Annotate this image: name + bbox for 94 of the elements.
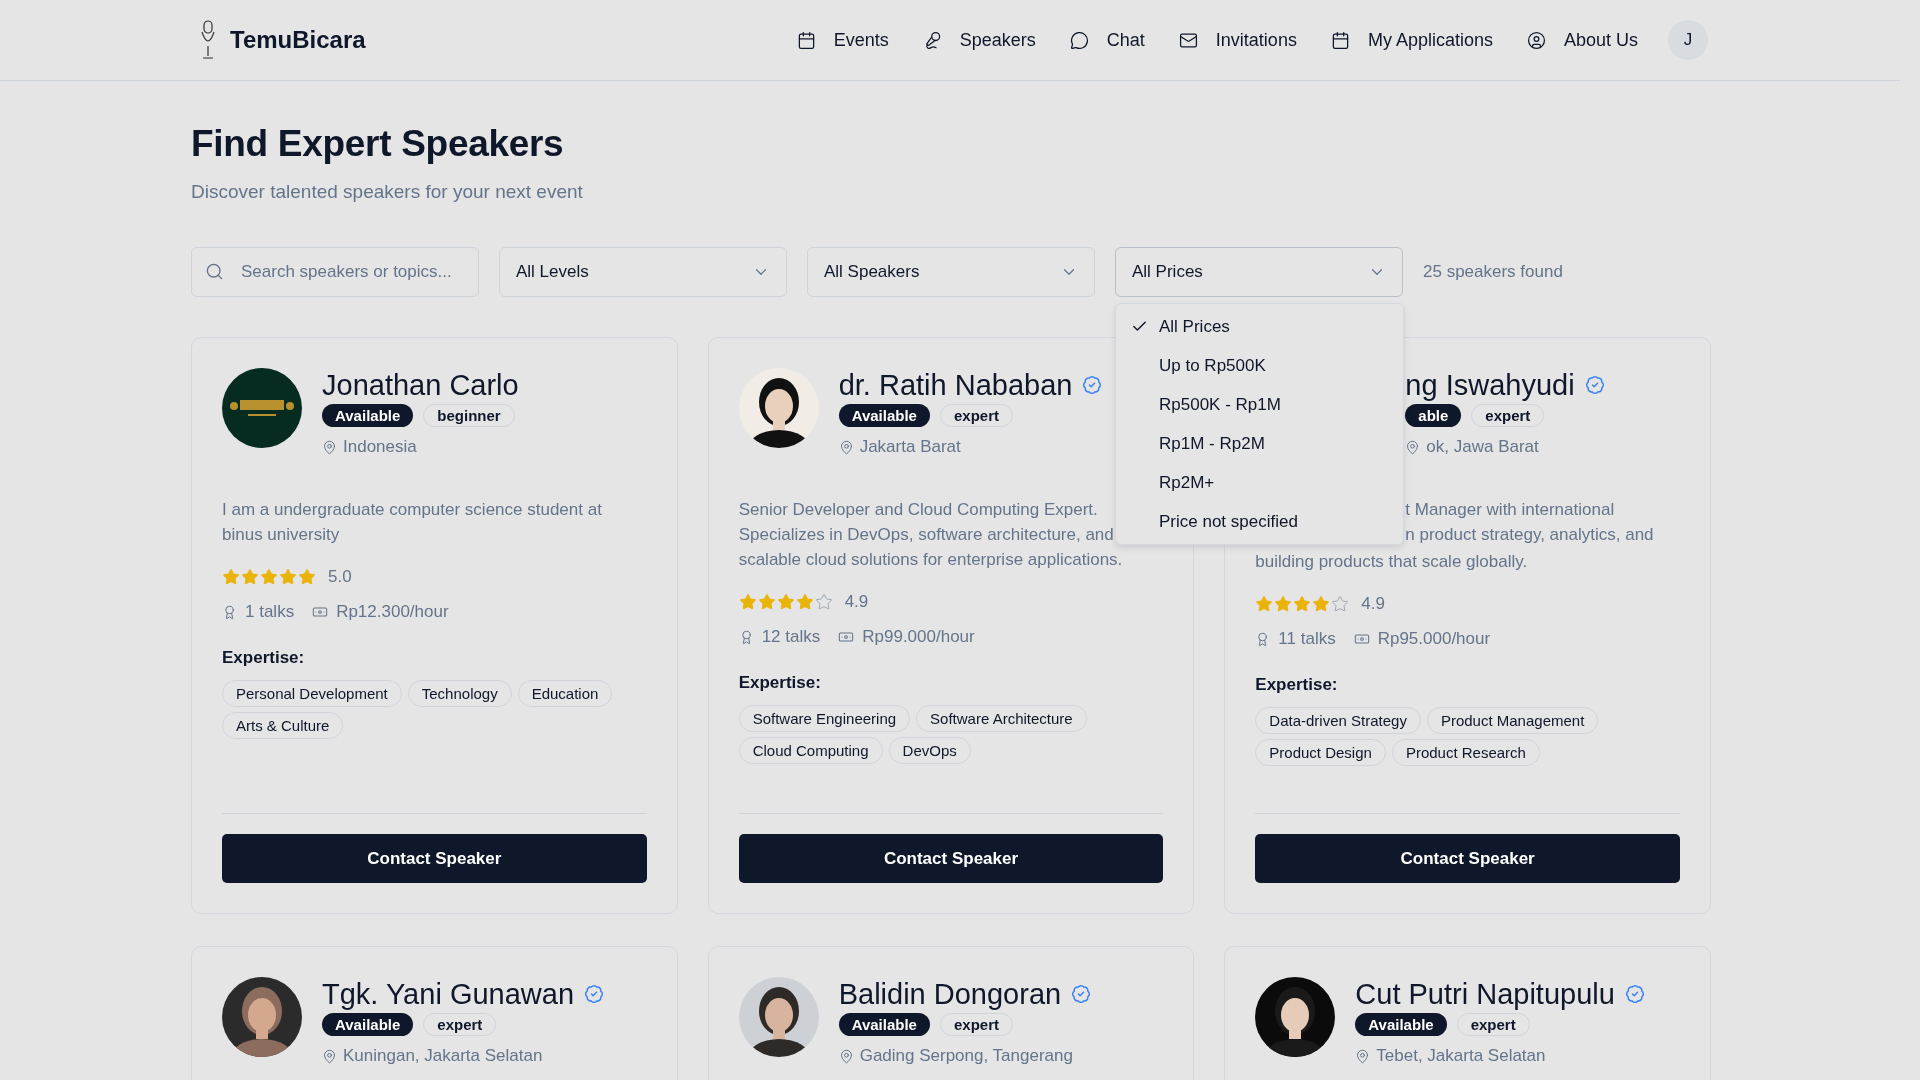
location-text: Tebet, Jakarta Selatan: [1376, 1046, 1546, 1066]
star-icon: [260, 568, 278, 586]
page-title: Find Expert Speakers: [191, 123, 565, 165]
page-subtitle: Discover talented speakers for your next event: [191, 181, 584, 203]
map-pin-icon: [322, 439, 337, 455]
status-badge: able: [1405, 404, 1462, 427]
status-badge: Available: [1355, 1013, 1447, 1036]
star-icon: [1331, 595, 1350, 613]
speaker-bio: t Manager with international: [1405, 499, 1615, 521]
microphone-logo-icon: [200, 20, 216, 60]
search-icon: [205, 262, 224, 281]
speaker-name: dr. Ratih Nababan: [838, 368, 1073, 402]
star-icon: [241, 568, 259, 586]
dropdown-option[interactable]: Up to Rp500K: [1121, 346, 1398, 385]
speaker-bio: n product strategy, analytics, and: [1405, 524, 1654, 546]
dropdown-option[interactable]: All Prices: [1121, 307, 1398, 346]
map-pin-icon: [322, 1048, 337, 1064]
star-icon: [738, 593, 757, 611]
nav-link[interactable]: Speakers: [922, 29, 1036, 51]
contact-speaker-button[interactable]: Contact Speaker: [222, 834, 647, 883]
star-icon: [222, 568, 240, 586]
rating-value: 5.0: [328, 567, 352, 587]
nav-link[interactable]: Invitations: [1178, 29, 1297, 51]
results-count: 25 speakers found: [1423, 262, 1563, 282]
map-pin-icon: [838, 439, 854, 455]
nav-link[interactable]: About Us: [1526, 29, 1638, 51]
contact-speaker-button[interactable]: Contact Speaker: [738, 834, 1164, 883]
location-text: Gading Serpong, Tangerang: [859, 1046, 1073, 1066]
nav-link[interactable]: My Applications: [1330, 29, 1493, 51]
verified-icon: [584, 984, 605, 1004]
expertise-label: Expertise:: [738, 673, 822, 693]
user-icon: [1526, 30, 1546, 50]
star-icon: [298, 568, 316, 586]
calendar-icon: [1330, 30, 1350, 50]
speaker-name: Tgk. Yani Gunawan: [322, 977, 575, 1011]
location-text: Jakarta Barat: [859, 437, 961, 457]
talks-count: 12 talks: [761, 627, 821, 647]
brand-name: TemuBicara: [230, 26, 366, 54]
star-icon: [757, 593, 776, 611]
nav-link[interactable]: Chat: [1069, 29, 1145, 51]
calendar-icon: [796, 30, 816, 50]
verified-icon: [1584, 375, 1605, 395]
star-icon: [1255, 595, 1274, 613]
star-icon: [776, 593, 795, 611]
location-text: Kuningan, Jakarta Selatan: [343, 1046, 543, 1066]
talks-count: 11 talks: [1278, 629, 1336, 649]
verified-icon: [1082, 375, 1103, 395]
verified-icon: [1071, 984, 1092, 1004]
chat-icon: [1069, 30, 1089, 50]
speaker-bio: building products that scale globally.: [1255, 551, 1528, 573]
star-icon: [1274, 595, 1293, 613]
map-pin-icon: [1405, 439, 1421, 455]
expertise-label: Expertise:: [1255, 675, 1339, 695]
banknote-icon: [1353, 631, 1370, 647]
nav-link[interactable]: Events: [796, 29, 889, 51]
user-avatar-button[interactable]: J: [1668, 20, 1708, 60]
star-icon: [795, 593, 814, 611]
status-badge: Available: [838, 404, 930, 427]
contact-speaker-button[interactable]: Contact Speaker: [1255, 834, 1680, 883]
speaker-bio: I am a undergraduate computer science student at binus university: [222, 499, 603, 546]
star-icon: [1312, 595, 1331, 613]
star-icon: [1293, 595, 1312, 613]
dropdown-option[interactable]: Rp500K - Rp1M: [1121, 385, 1398, 424]
dropdown-option[interactable]: Rp1M - Rp2M: [1121, 424, 1398, 463]
rating-value: 4.9: [844, 592, 869, 612]
filter-select[interactable]: All Prices: [1115, 247, 1403, 297]
search-field[interactable]: Search speakers or topics...: [191, 247, 479, 297]
location-text: ok, Jawa Barat: [1426, 437, 1539, 457]
banknote-icon: [838, 629, 855, 645]
location-text: Indonesia: [343, 437, 417, 457]
filter-select[interactable]: All Levels: [499, 247, 787, 297]
talks-count: 1 talks: [245, 602, 295, 622]
speaker-name: ng Iswahyudi: [1405, 368, 1575, 402]
map-pin-icon: [838, 1048, 854, 1064]
dropdown-option[interactable]: Rp2M+: [1121, 463, 1398, 502]
dropdown-option[interactable]: Price not specified: [1121, 502, 1398, 541]
star-icon: [814, 593, 833, 611]
star-icon: [279, 568, 297, 586]
award-icon: [222, 604, 237, 620]
status-badge: Available: [322, 1013, 414, 1036]
price-text: Rp95.000/hour: [1377, 629, 1491, 649]
status-badge: Available: [838, 1013, 930, 1036]
status-badge: Available: [322, 404, 414, 427]
speaker-name: Cut Putri Napitupulu: [1355, 977, 1615, 1011]
filter-select[interactable]: All Speakers: [807, 247, 1095, 297]
price-text: Rp99.000/hour: [862, 627, 975, 647]
speaker-name: Jonathan Carlo: [322, 368, 519, 402]
expertise-label: Expertise:: [222, 648, 306, 668]
rating-value: 4.9: [1361, 594, 1385, 614]
price-text: Rp12.300/hour: [336, 602, 449, 622]
map-pin-icon: [1355, 1048, 1371, 1064]
verified-icon: [1624, 984, 1645, 1004]
speaker-name: Balidin Dongoran: [838, 977, 1062, 1011]
banknote-icon: [312, 604, 329, 620]
